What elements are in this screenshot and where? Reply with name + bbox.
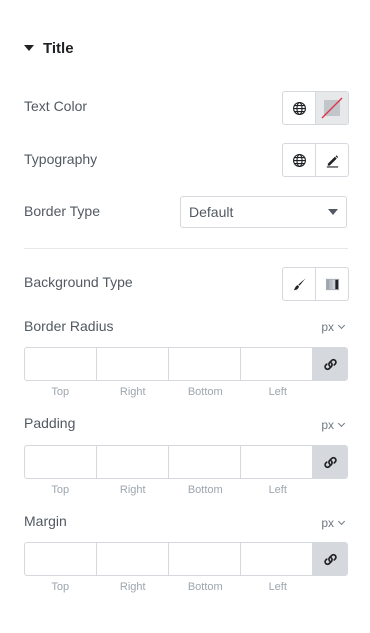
chevron-down-icon: [337, 321, 346, 330]
margin-top-input[interactable]: [25, 543, 97, 575]
padding-link-button[interactable]: [313, 446, 347, 478]
text-color-label: Text Color: [24, 98, 88, 114]
margin-link-button[interactable]: [313, 543, 347, 575]
globe-icon: [292, 153, 306, 167]
border-radius-dimensions: [24, 347, 348, 381]
border-type-value: Default: [189, 204, 234, 220]
padding-bottom-input[interactable]: [169, 446, 241, 478]
global-colors-button[interactable]: [283, 92, 315, 124]
margin-right-input[interactable]: [97, 543, 169, 575]
margin-bottom-input[interactable]: [169, 543, 241, 575]
margin-unit-select[interactable]: px: [321, 516, 346, 530]
padding-dimensions: [24, 445, 348, 479]
border-radius-left-input[interactable]: [241, 348, 313, 380]
gradient-background-button[interactable]: [315, 268, 348, 300]
border-radius-dimension-labels: Top Right Bottom Left: [51, 386, 287, 398]
padding-unit-select[interactable]: px: [321, 418, 346, 432]
border-radius-label: Border Radius: [24, 318, 114, 334]
margin-dimension-labels: Top Right Bottom Left: [51, 581, 287, 593]
divider: [24, 248, 348, 249]
border-radius-top-input[interactable]: [25, 348, 97, 380]
brush-icon: [293, 277, 306, 290]
pencil-icon: [326, 154, 338, 168]
link-icon: [323, 456, 337, 468]
padding-label: Padding: [24, 415, 76, 431]
section-title: Title: [43, 39, 74, 57]
dropdown-arrow-icon: [328, 209, 338, 215]
background-type-controls: [282, 267, 349, 301]
typography-label: Typography: [24, 151, 98, 167]
padding-top-input[interactable]: [25, 446, 97, 478]
section-header-title[interactable]: Title: [24, 38, 74, 58]
padding-dimension-labels: Top Right Bottom Left: [51, 484, 287, 496]
border-radius-right-input[interactable]: [97, 348, 169, 380]
chevron-down-icon: [337, 517, 346, 526]
style-panel: Title Text Color Typography Border Type …: [0, 0, 370, 633]
color-picker-button[interactable]: [315, 92, 348, 124]
caret-down-icon: [24, 45, 34, 51]
padding-right-input[interactable]: [97, 446, 169, 478]
text-color-controls: [282, 91, 349, 125]
border-radius-link-button[interactable]: [313, 348, 347, 380]
typography-controls: [282, 143, 349, 177]
background-type-label: Background Type: [24, 274, 133, 290]
link-icon: [323, 553, 337, 565]
margin-label: Margin: [24, 513, 67, 529]
global-fonts-button[interactable]: [283, 144, 315, 176]
color-swatch-icon: [321, 97, 343, 119]
border-radius-bottom-input[interactable]: [169, 348, 241, 380]
border-type-select[interactable]: Default: [180, 196, 347, 228]
border-radius-unit-select[interactable]: px: [321, 320, 346, 334]
margin-dimensions: [24, 542, 348, 576]
link-icon: [323, 358, 337, 370]
margin-left-input[interactable]: [241, 543, 313, 575]
padding-left-input[interactable]: [241, 446, 313, 478]
edit-typography-button[interactable]: [315, 144, 348, 176]
globe-icon: [292, 101, 306, 115]
gradient-icon: [325, 278, 339, 290]
border-type-label: Border Type: [24, 203, 101, 219]
chevron-down-icon: [337, 419, 346, 428]
classic-background-button[interactable]: [283, 268, 315, 300]
